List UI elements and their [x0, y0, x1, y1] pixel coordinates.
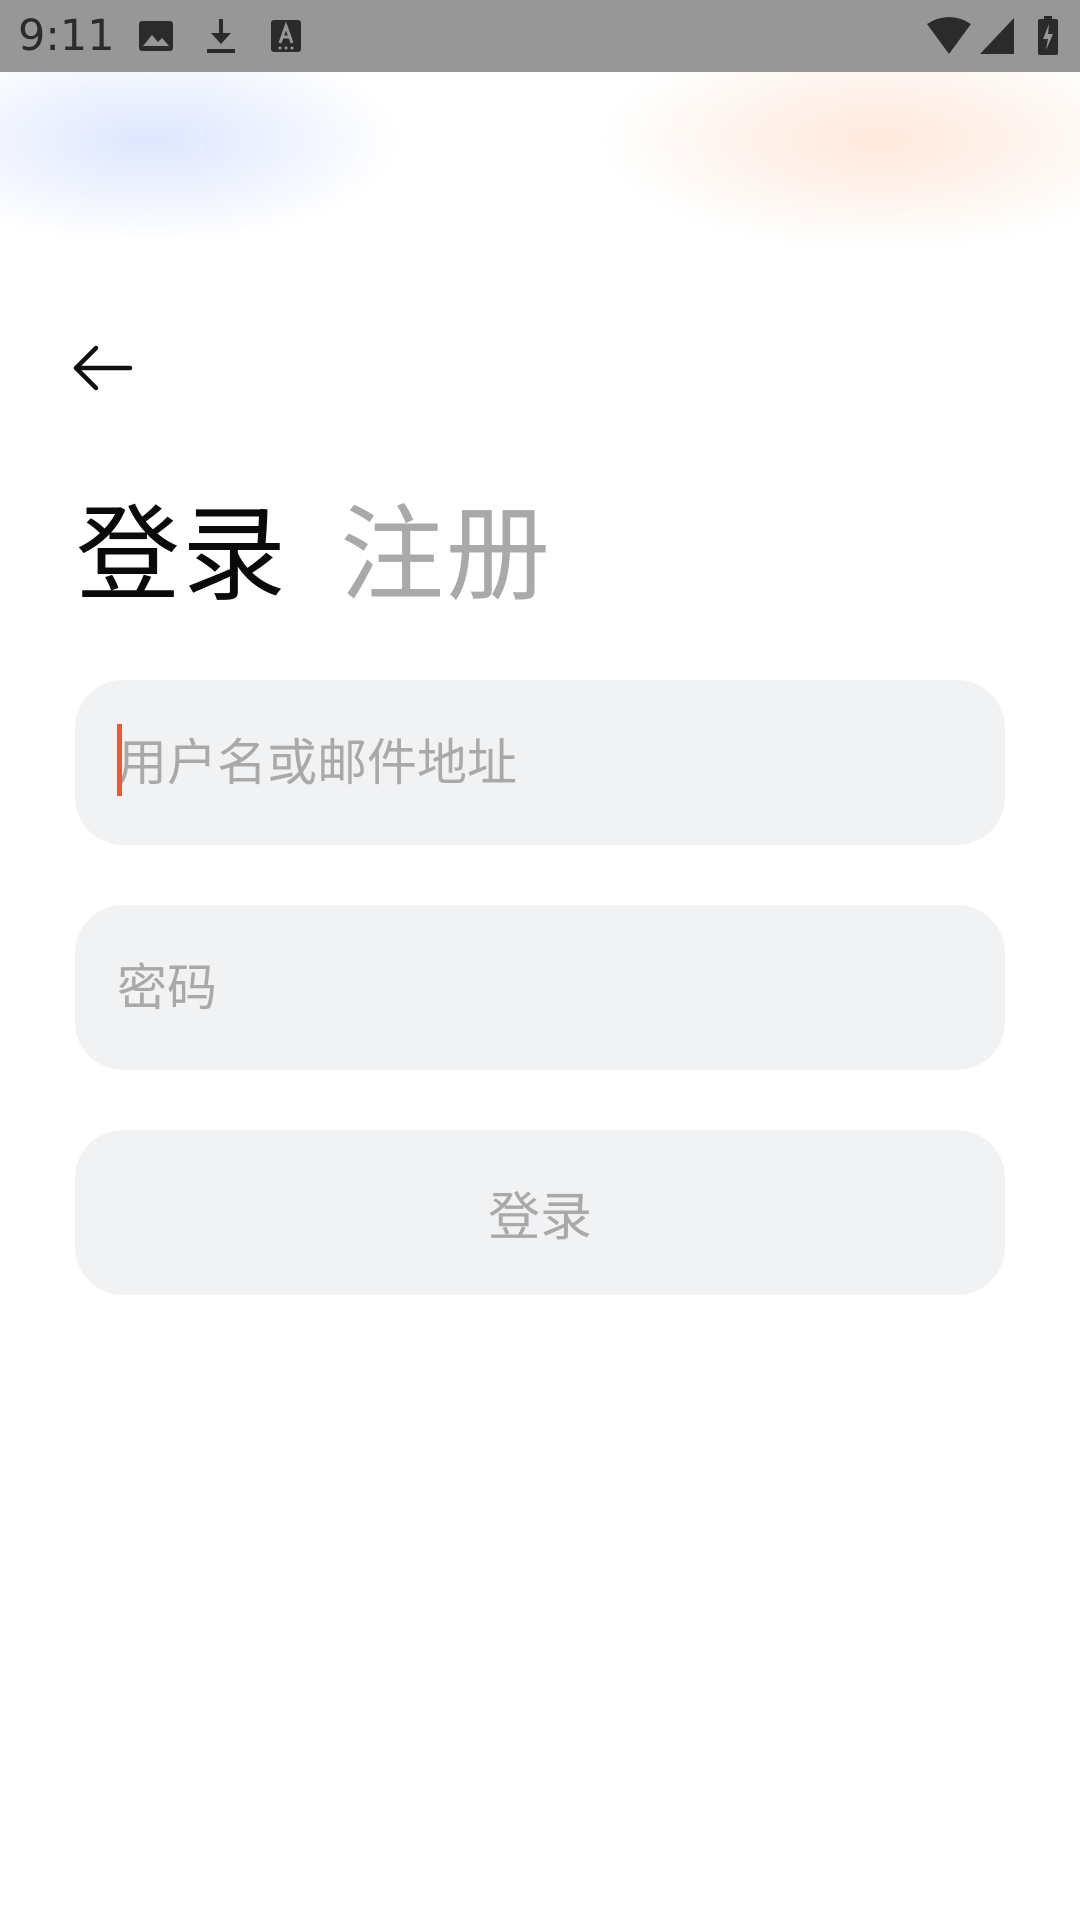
- password-input[interactable]: [117, 905, 957, 1070]
- tab-register[interactable]: 注册: [340, 495, 552, 615]
- keyboard-a-icon: [271, 20, 301, 52]
- wifi-icon: [927, 17, 971, 54]
- username-input[interactable]: [117, 680, 957, 845]
- signal-icon: [980, 18, 1014, 54]
- arrow-left-icon: [73, 345, 133, 390]
- download-icon: [207, 19, 235, 53]
- image-icon: [139, 21, 173, 51]
- tab-login[interactable]: 登录: [76, 495, 288, 615]
- username-field[interactable]: [75, 680, 1005, 845]
- password-field[interactable]: [75, 905, 1005, 1070]
- text-cursor: [117, 724, 122, 796]
- battery-charging-icon: [1038, 16, 1058, 55]
- login-submit-button[interactable]: 登录: [75, 1130, 1005, 1295]
- status-bar: 9:11: [0, 0, 1080, 72]
- status-time: 9:11: [18, 11, 115, 61]
- auth-tabs: 登录 注册: [76, 495, 552, 615]
- back-button[interactable]: [70, 330, 165, 405]
